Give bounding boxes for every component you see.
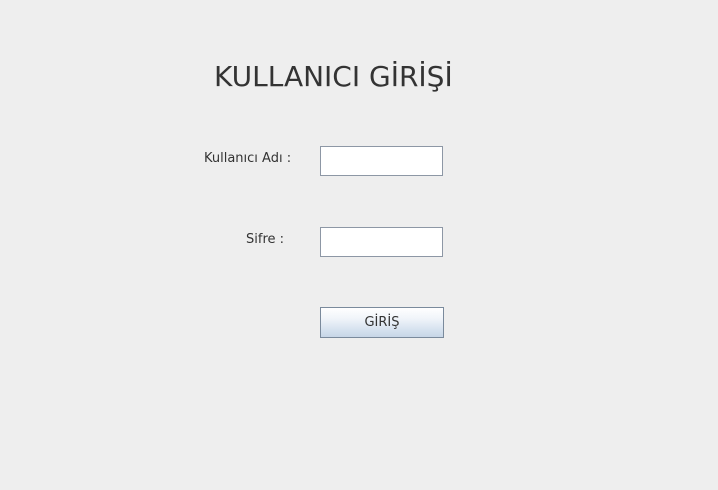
username-input[interactable] xyxy=(320,146,443,176)
username-label: Kullanıcı Adı : xyxy=(204,151,292,166)
password-label: Sifre : xyxy=(246,232,285,247)
login-title: KULLANICI GİRİŞİ xyxy=(214,60,453,93)
login-button[interactable]: GİRİŞ xyxy=(320,307,444,338)
password-input[interactable] xyxy=(320,227,443,257)
